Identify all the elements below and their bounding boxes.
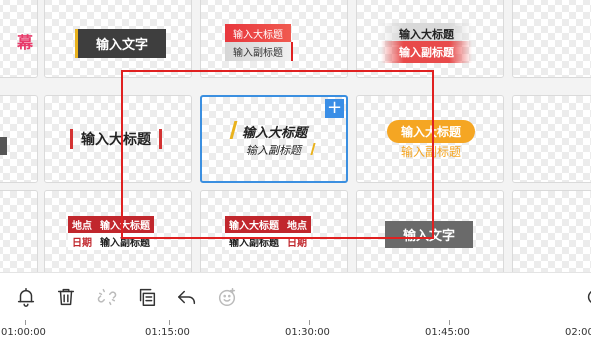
tile-info-table: 输入大标题 地点 输入副标题 日期 — [225, 216, 311, 250]
table-cell-title: 输入大标题 — [225, 216, 283, 233]
table-cell-label: 日期 — [68, 233, 96, 250]
tile-title: 输入大标题 — [225, 24, 291, 43]
timeline-tick-label: 01:15:00 — [145, 327, 190, 337]
template-tile-r1c1[interactable]: 输入文字 — [44, 0, 192, 78]
timeline-ruler[interactable]: 01:00:00 01:15:00 01:30:00 01:45:00 02:0… — [0, 320, 591, 337]
template-tile-r3c4[interactable] — [512, 190, 591, 272]
template-tile-r3c3[interactable]: 输入文字 — [356, 190, 504, 272]
timeline-tick — [25, 320, 26, 325]
timeline-tick — [449, 320, 450, 325]
tile-text: 输入文字 — [75, 29, 167, 58]
timeline-tick-label: 01:45:00 — [425, 327, 470, 337]
table-cell-label: 日期 — [283, 233, 311, 250]
tile-subtitle: 输入副标题 — [246, 144, 301, 157]
tile-subtitle: 输入副标题 — [401, 145, 462, 159]
template-tile-r2c1[interactable]: 输入大标题 — [44, 95, 192, 183]
template-tile-r2c2-selected[interactable]: 输入大标题 输入副标题 + — [200, 95, 348, 183]
copy-icon[interactable] — [136, 286, 158, 308]
accent-bar — [229, 121, 238, 139]
trash-icon[interactable] — [55, 286, 77, 308]
undo-icon[interactable] — [176, 286, 198, 308]
tile-text: 输入文字 — [385, 221, 474, 248]
template-tile-r1c0[interactable]: 幕 — [0, 0, 38, 78]
tile-info-table: 地点 输入大标题 日期 输入副标题 — [68, 216, 154, 250]
tile-partial-text: 幕 — [16, 33, 33, 52]
timeline-tick-label: 01:30:00 — [285, 327, 330, 337]
timeline-tick-label: 01:00:00 — [1, 327, 46, 337]
timeline-tick — [309, 320, 310, 325]
template-tile-r2c3[interactable]: 输入大标题 输入副标题 — [356, 95, 504, 183]
table-cell-subtitle: 输入副标题 — [96, 233, 154, 250]
timeline-tick — [169, 320, 170, 325]
table-cell-title: 输入大标题 — [96, 216, 154, 233]
tile-partial-box — [0, 137, 7, 155]
table-cell-subtitle: 输入副标题 — [225, 233, 283, 250]
template-tile-r2c4[interactable] — [512, 95, 591, 183]
tile-title: 输入大标题 — [387, 120, 476, 143]
timeline-tick-label: 02:00 — [565, 327, 591, 337]
tile-subtitle: 输入副标题 — [381, 41, 472, 63]
template-tile-r3c2[interactable]: 输入大标题 地点 输入副标题 日期 — [200, 190, 348, 272]
add-template-button[interactable]: + — [325, 99, 344, 118]
template-tile-r1c4[interactable] — [512, 0, 591, 78]
tile-title: 输入大标题 — [70, 129, 162, 149]
template-grid: 幕 输入文字 输入大标题 输入副标题 输入大标题 输入副标题 输入大标题 输入大… — [0, 0, 591, 272]
emoji-icon[interactable] — [216, 286, 238, 308]
edit-toolbar — [0, 272, 591, 320]
unlink-icon[interactable] — [96, 286, 118, 308]
partial-icon[interactable] — [584, 286, 591, 308]
accent-bar-small — [310, 143, 316, 155]
template-tile-r3c1[interactable]: 地点 输入大标题 日期 输入副标题 — [44, 190, 192, 272]
template-tile-r1c3[interactable]: 输入大标题 输入副标题 — [356, 0, 504, 78]
tile-subtitle: 输入副标题 — [225, 42, 293, 61]
table-cell-label: 地点 — [283, 216, 311, 233]
bell-icon[interactable] — [15, 286, 37, 308]
tile-title: 输入大标题 — [242, 126, 308, 141]
template-tile-r3c0[interactable] — [0, 190, 38, 272]
template-tile-r1c2[interactable]: 输入大标题 输入副标题 — [200, 0, 348, 78]
table-cell-label: 地点 — [68, 216, 96, 233]
